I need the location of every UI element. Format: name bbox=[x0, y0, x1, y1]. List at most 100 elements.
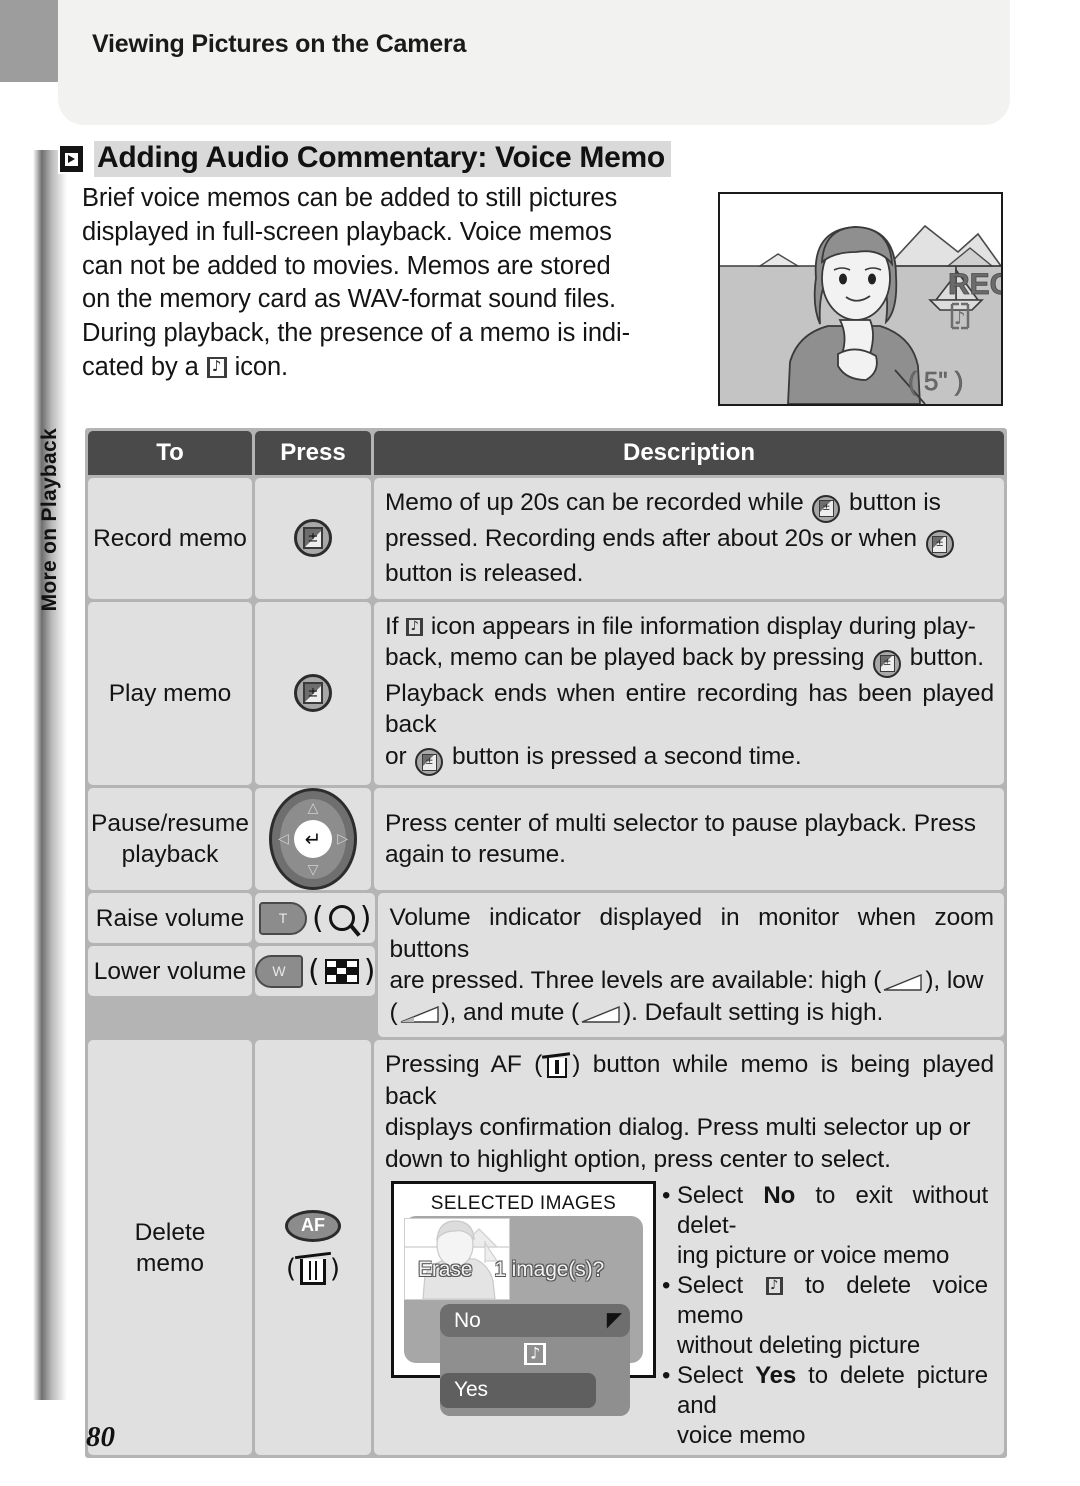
delete-memo-label-line1: Delete bbox=[134, 1218, 206, 1246]
desc-text: ), low bbox=[925, 967, 984, 994]
bullet-bold: Yes bbox=[755, 1362, 797, 1389]
af-button[interactable]: AF bbox=[285, 1209, 341, 1242]
dialog-option-yes[interactable]: Yes bbox=[440, 1372, 596, 1408]
dialog-erase-count: 1 image(s)? bbox=[494, 1258, 605, 1281]
bullet-continuation: without deleting picture bbox=[677, 1332, 921, 1359]
dialog-option-no[interactable]: No ◤ bbox=[440, 1304, 630, 1337]
row-label-raise-volume: Raise volume bbox=[88, 893, 252, 943]
voice-memo-controls-table: To Press Description Record memo Memo of… bbox=[85, 428, 1007, 1458]
row-label-play-memo: Play memo bbox=[88, 601, 252, 785]
sound-memo-icon bbox=[406, 617, 424, 636]
record-memo-label: Record memo bbox=[93, 524, 247, 552]
running-header-panel bbox=[58, 0, 1010, 125]
enter-icon[interactable]: ↵ bbox=[294, 820, 332, 858]
zoom-tele-button[interactable]: T bbox=[259, 901, 307, 935]
paren-open: ( bbox=[308, 953, 320, 989]
desc-text: button is pressed a second time. bbox=[445, 742, 802, 770]
play-memo-label: Play memo bbox=[108, 679, 232, 707]
volume-high-icon bbox=[883, 974, 923, 991]
lower-volume-label: Lower volume bbox=[93, 957, 247, 985]
intro-line-6-pre: cated by a bbox=[82, 352, 206, 381]
desc-cell-play-memo: If icon appears in file information disp… bbox=[374, 601, 1004, 786]
press-cell-zoom-wide: W ( ) bbox=[255, 946, 376, 996]
bullet-pre: Select bbox=[677, 1272, 765, 1299]
sound-memo-icon bbox=[524, 1343, 546, 1365]
running-title: Viewing Pictures on the Camera bbox=[92, 30, 467, 58]
table-row: Play memo If icon appears in file inform… bbox=[88, 601, 1004, 786]
svg-text:( 5" ): ( 5" ) bbox=[908, 366, 963, 396]
exposure-compensation-button[interactable] bbox=[294, 674, 332, 713]
press-cell-delete-memo: AF () bbox=[255, 1040, 371, 1455]
intro-line-2: displayed in full-screen playback. Voice… bbox=[82, 217, 612, 246]
desc-text: ). Default setting is high. bbox=[623, 998, 884, 1026]
section-tab-label: More on Playback bbox=[38, 428, 61, 612]
multi-selector[interactable]: △ ▽ ◁ ▷ ↵ bbox=[269, 788, 357, 890]
desc-text: pressed. Recording ends after about 20 bbox=[385, 524, 812, 552]
bullet-pre: Select bbox=[677, 1362, 756, 1389]
press-cell-play-memo bbox=[255, 601, 371, 785]
delete-dialog-and-bullets: SELECTED IMAGES Erase 1 image(s)? No ◤ ♪… bbox=[385, 1175, 994, 1451]
intro-line-4: on the memory card as WAV-format sound f… bbox=[82, 285, 617, 314]
desc-text: Pressing AF ( bbox=[385, 1051, 543, 1078]
table-header-row: To Press Description bbox=[88, 431, 1004, 475]
desc-cell-delete-memo: Pressing AF () button while memo is bein… bbox=[374, 1040, 1004, 1455]
trash-icon: () bbox=[286, 1250, 340, 1286]
desc-text: ), and mute ( bbox=[441, 998, 580, 1026]
zoom-wide-button[interactable]: W bbox=[255, 954, 303, 988]
volume-icon-stack: T ( ) W ( ) bbox=[255, 893, 376, 1037]
exposure-compensation-button[interactable] bbox=[294, 519, 332, 558]
row-label-record-memo: Record memo bbox=[88, 478, 252, 599]
chevron-right-icon: ▷ bbox=[337, 831, 348, 847]
press-cell-multi-selector: △ ▽ ◁ ▷ ↵ bbox=[255, 788, 371, 890]
bullet-text: Select Yes to delete picture and voice m… bbox=[677, 1361, 988, 1451]
section-heading: Adding Audio Commentary: Voice Memo bbox=[58, 141, 671, 178]
pause-resume-label-line1: Pause/resume bbox=[91, 810, 249, 837]
desc-text: button. bbox=[903, 644, 985, 671]
chevron-down-icon: ▽ bbox=[307, 862, 319, 878]
volume-low-icon bbox=[400, 1005, 440, 1023]
bullet-item: • Select Yes to delete picture and voice… bbox=[662, 1361, 988, 1451]
bullet-text: Select to delete voice memo without dele… bbox=[677, 1271, 988, 1361]
bullet-item: • Select to delete voice memo without de… bbox=[662, 1271, 988, 1361]
chevron-up-icon: △ bbox=[307, 800, 319, 816]
bullet-continuation: voice memo bbox=[677, 1422, 806, 1449]
desc-record-memo: Memo of up 20s can be recorded while but… bbox=[374, 478, 1004, 599]
section-tab-label-wrap: More on Playback bbox=[33, 150, 67, 1400]
desc-text: button is bbox=[842, 489, 941, 516]
dialog-option-no-label: No bbox=[454, 1308, 481, 1332]
table-row: Raise volume Lower volume T ( ) W () Vo… bbox=[88, 893, 1004, 1037]
enter-icon: ◤ bbox=[606, 1308, 622, 1331]
thumbnail-grid-icon bbox=[324, 958, 359, 984]
table-row: Delete memo AF () Pressing AF () button … bbox=[88, 1040, 1004, 1455]
desc-text: down to highlight option, press center t… bbox=[385, 1145, 891, 1173]
trash-icon-inline bbox=[542, 1051, 571, 1079]
dialog-options: No ◤ Yes bbox=[440, 1304, 630, 1416]
desc-cell-pause-resume: Press center of multi selector to pause … bbox=[374, 788, 1004, 890]
svg-text:♪: ♪ bbox=[954, 308, 966, 329]
dialog-option-memo[interactable] bbox=[440, 1337, 630, 1371]
table-row: Record memo Memo of up 20s can be record… bbox=[88, 478, 1004, 599]
bullet-dot: • bbox=[662, 1272, 671, 1299]
desc-text: or bbox=[385, 742, 414, 770]
desc-text: Playback ends when entire recording has … bbox=[385, 679, 994, 739]
bullet-text: Select No to exit without delet- ing pic… bbox=[677, 1181, 988, 1271]
press-cell-record-memo bbox=[255, 478, 371, 599]
desc-play-memo: If icon appears in file information disp… bbox=[374, 602, 1004, 786]
paren-close: ) bbox=[359, 900, 372, 936]
magnifier-icon bbox=[328, 905, 355, 931]
bullet-continuation: ing picture or voice memo bbox=[677, 1242, 950, 1269]
pause-resume-label-wrap: Pause/resume playback bbox=[91, 808, 249, 870]
intro-line-5: During playback, the presence of a memo … bbox=[82, 319, 630, 348]
pause-resume-label-line2: playback bbox=[121, 841, 219, 868]
paren-open: ( bbox=[312, 900, 324, 936]
sound-memo-icon bbox=[765, 1277, 783, 1295]
manual-page: Viewing Pictures on the Camera More on P… bbox=[0, 0, 1080, 1486]
row-label-delete-memo: Delete memo bbox=[88, 1040, 252, 1455]
exposure-compensation-button-inline bbox=[873, 649, 902, 678]
dialog-erase-label: Erase bbox=[418, 1258, 473, 1281]
desc-cell-record-memo: Memo of up 20s can be recorded while but… bbox=[374, 478, 1004, 599]
desc-text: back, memo can be played back by pressin… bbox=[385, 644, 872, 671]
exposure-compensation-button-inline bbox=[925, 530, 954, 558]
sound-memo-icon bbox=[206, 356, 227, 378]
bullet-pre: Select bbox=[677, 1182, 764, 1209]
